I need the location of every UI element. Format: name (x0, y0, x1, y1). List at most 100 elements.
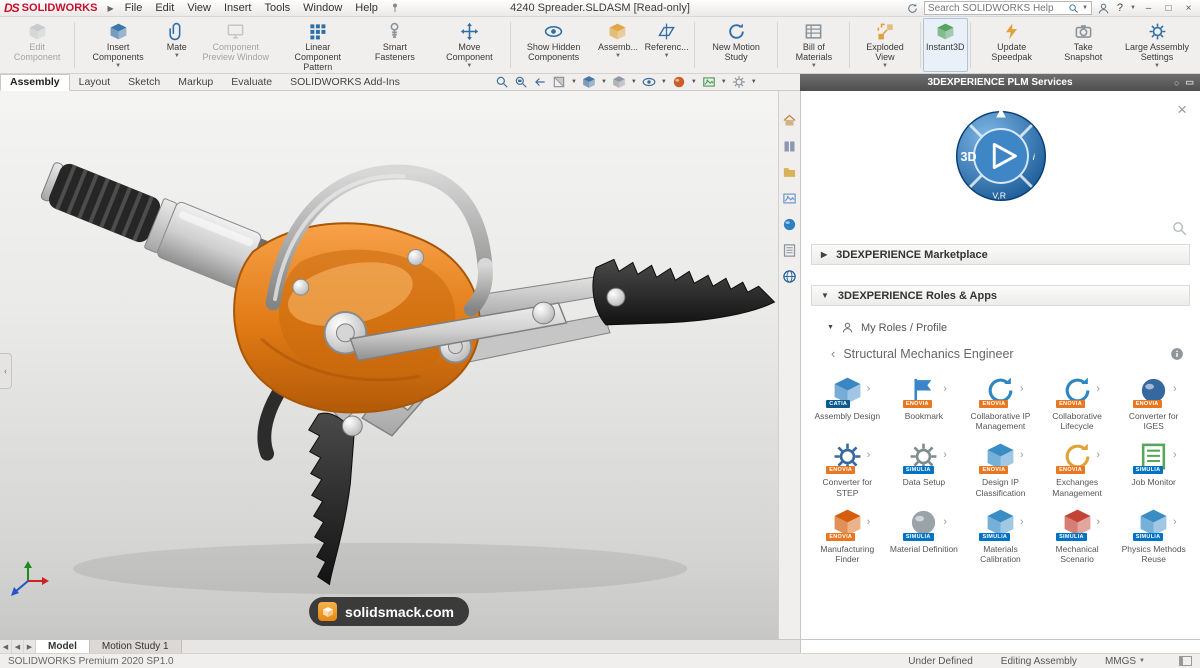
panel-close-icon[interactable]: × (1177, 101, 1187, 118)
ribbon-button-linear-component-pattern[interactable]: Linear Component Pattern ▼ (277, 18, 359, 79)
app-tile-materials-calibration[interactable]: SIMULIA › Materials Calibration (962, 503, 1039, 564)
menu-pin-icon[interactable] (389, 2, 401, 14)
chevron-right-icon[interactable]: › (943, 516, 947, 528)
maximize-button[interactable]: □ (1161, 1, 1176, 16)
graphics-area[interactable]: ‹ solidsmack.com (0, 91, 778, 639)
chevron-right-icon[interactable]: › (1096, 449, 1100, 461)
app-tile-manufacturing-finder[interactable]: ENOVIA › Manufacturing Finder (809, 503, 886, 564)
units-selector[interactable]: MMGS ▼ (1105, 656, 1145, 667)
search-input[interactable] (927, 2, 1065, 14)
chevron-right-icon[interactable]: › (943, 449, 947, 461)
dropdown-caret-icon[interactable]: ▼ (811, 63, 817, 69)
previous-view-icon[interactable] (533, 75, 547, 89)
ribbon-button-reference-geometry[interactable]: Referenc... ▼ (641, 18, 692, 72)
ribbon-button-show-hidden-components[interactable]: Show Hidden Components (513, 18, 595, 72)
app-tile-partial[interactable] (886, 574, 963, 578)
menu-expand-icon[interactable]: ▶ (103, 4, 117, 13)
tab-assembly[interactable]: Assembly (0, 74, 70, 91)
chevron-right-icon[interactable]: › (1020, 383, 1024, 395)
apply-scene-icon[interactable] (702, 75, 716, 89)
app-tile-design-ip-classification[interactable]: ENOVIA › Design IP Classification (962, 436, 1039, 498)
3dexperience-compass-logo[interactable]: 3D V,R i (948, 103, 1054, 209)
chevron-right-icon[interactable]: › (1096, 516, 1100, 528)
tab-motion-study-1[interactable]: Motion Study 1 (89, 640, 182, 653)
tab-evaluate[interactable]: Evaluate (222, 75, 281, 90)
dropdown-caret-icon[interactable]: ▼ (664, 53, 670, 59)
tab-sketch[interactable]: Sketch (119, 75, 169, 90)
menu-view[interactable]: View (181, 2, 217, 14)
ribbon-button-update-speedpak[interactable]: Update Speedpak (973, 18, 1051, 72)
ribbon-button-assembly-features[interactable]: Assemb... ▼ (595, 18, 642, 72)
panel-search-icon[interactable] (1171, 220, 1188, 237)
ribbon-button-instant3d[interactable]: Instant3D (922, 18, 968, 72)
app-tile-mechanical-scenario[interactable]: SIMULIA › Mechanical Scenario (1039, 503, 1116, 564)
dropdown-caret-icon[interactable]: ▼ (615, 53, 621, 59)
app-tile-converter-for-step[interactable]: ENOVIA › Converter for STEP (809, 436, 886, 498)
section-marketplace[interactable]: ▶ 3DEXPERIENCE Marketplace (811, 244, 1190, 265)
zoom-fit-icon[interactable] (495, 75, 509, 89)
taskpane-pin-icon[interactable]: ▭ (1185, 77, 1194, 88)
menu-help[interactable]: Help (349, 2, 384, 14)
taskpane-options-icon[interactable]: ○ (1174, 78, 1179, 88)
chevron-right-icon[interactable]: › (867, 516, 871, 528)
view-palette-icon[interactable] (782, 191, 797, 206)
chevron-right-icon[interactable]: › (1173, 449, 1177, 461)
help-caret-icon[interactable]: ▼ (1130, 5, 1136, 11)
role-row[interactable]: ‹ Structural Mechanics Engineer (801, 334, 1200, 361)
menu-edit[interactable]: Edit (149, 2, 180, 14)
display-style-icon[interactable] (612, 75, 626, 89)
tab-scroll-left-icon[interactable]: ◀ (12, 640, 24, 653)
tab-solidworks-add-ins[interactable]: SOLIDWORKS Add-Ins (281, 75, 409, 90)
dropdown-caret-icon[interactable]: ▼ (882, 63, 888, 69)
menu-insert[interactable]: Insert (218, 2, 258, 14)
appearances-icon[interactable] (782, 217, 797, 232)
hud-caret-icon[interactable]: ▼ (631, 79, 637, 85)
hud-caret-icon[interactable]: ▼ (691, 79, 697, 85)
app-tile-physics-methods-reuse[interactable]: SIMULIA › Physics Methods Reuse (1115, 503, 1192, 564)
ribbon-button-bill-of-materials[interactable]: Bill of Materials ▼ (780, 18, 847, 72)
tab-layout[interactable]: Layout (70, 75, 120, 90)
ribbon-button-exploded-view[interactable]: Exploded View ▼ (852, 18, 917, 72)
3d-model-spreader[interactable] (0, 91, 778, 639)
taskpane-toggle-icon[interactable] (1179, 656, 1192, 666)
close-button[interactable]: × (1181, 1, 1196, 16)
app-tile-collaborative-lifecycle[interactable]: ENOVIA › Collaborative Lifecycle (1039, 370, 1116, 431)
hide-show-items-icon[interactable] (642, 75, 656, 89)
hud-caret-icon[interactable]: ▼ (661, 79, 667, 85)
app-tile-material-definition[interactable]: SIMULIA › Material Definition (886, 503, 963, 564)
home-icon[interactable] (782, 113, 797, 128)
ribbon-button-take-snapshot[interactable]: Take Snapshot (1050, 18, 1116, 72)
custom-properties-icon[interactable] (782, 243, 797, 258)
chevron-right-icon[interactable]: › (867, 383, 871, 395)
tab-markup[interactable]: Markup (169, 75, 222, 90)
featuremanager-flyout-tab[interactable]: ‹ (0, 353, 12, 389)
app-tile-partial[interactable] (809, 574, 886, 578)
ribbon-button-move-component[interactable]: Move Component ▼ (431, 18, 508, 72)
app-tile-converter-for-iges[interactable]: ENOVIA › Converter for IGES (1115, 370, 1192, 431)
info-icon[interactable] (1170, 347, 1184, 361)
ribbon-button-edit-component[interactable]: Edit Component (2, 18, 72, 72)
app-tile-partial[interactable] (962, 574, 1039, 578)
chevron-right-icon[interactable]: › (1173, 516, 1177, 528)
section-view-icon[interactable] (552, 75, 566, 89)
search-box[interactable]: ▼ (923, 1, 1092, 15)
app-tile-collaborative-ip-management[interactable]: ENOVIA › Collaborative IP Management (962, 370, 1039, 431)
back-chevron-icon[interactable]: ‹ (831, 346, 835, 361)
dropdown-caret-icon[interactable]: ▼ (1154, 63, 1160, 69)
chevron-right-icon[interactable]: › (943, 383, 947, 395)
hud-caret-icon[interactable]: ▼ (751, 79, 757, 85)
solidworks-resources-icon[interactable] (782, 139, 797, 154)
menu-window[interactable]: Window (297, 2, 348, 14)
user-account-icon[interactable] (1097, 2, 1110, 15)
chevron-right-icon[interactable]: › (867, 449, 871, 461)
sync-status-icon[interactable] (906, 2, 919, 15)
search-options-caret-icon[interactable]: ▼ (1082, 5, 1088, 11)
dropdown-caret-icon[interactable]: ▼ (466, 63, 472, 69)
app-tile-job-monitor[interactable]: SIMULIA › Job Monitor (1115, 436, 1192, 497)
app-tile-bookmark[interactable]: ENOVIA › Bookmark (886, 370, 963, 431)
hud-caret-icon[interactable]: ▼ (721, 79, 727, 85)
view-settings-icon[interactable] (732, 75, 746, 89)
app-tile-partial[interactable] (1039, 574, 1116, 578)
tab-scroll-right-icon[interactable]: ▶ (24, 640, 36, 653)
zoom-area-icon[interactable] (514, 75, 528, 89)
